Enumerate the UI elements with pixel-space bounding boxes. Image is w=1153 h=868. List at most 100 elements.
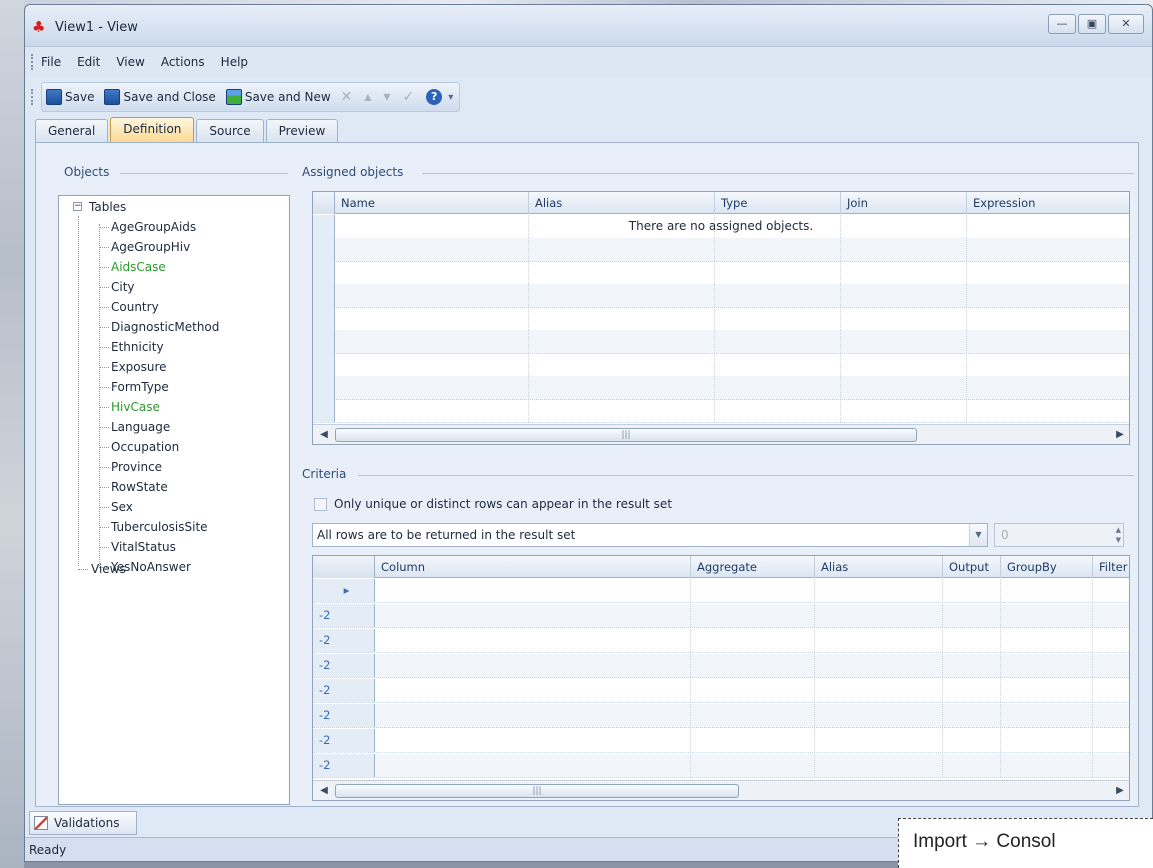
table-cell[interactable] (967, 399, 1129, 422)
column-header-column[interactable]: Column (375, 556, 691, 578)
table-cell[interactable] (691, 704, 815, 727)
scroll-right-icon[interactable]: ▶ (1113, 428, 1127, 442)
table-cell[interactable] (335, 284, 529, 307)
tab-preview[interactable]: Preview (265, 119, 339, 143)
table-cell[interactable] (967, 238, 1129, 261)
table-cell[interactable] (529, 399, 715, 422)
save-button[interactable]: Save (46, 89, 94, 105)
table-cell[interactable] (335, 330, 529, 353)
table-cell[interactable] (1001, 579, 1093, 602)
table-cell[interactable] (815, 704, 943, 727)
row-indicator[interactable]: -2 (313, 754, 375, 777)
tree-node-table[interactable]: Country (59, 297, 289, 317)
column-header-filter[interactable]: Filter (1093, 556, 1129, 578)
move-down-icon[interactable]: ▾ (383, 89, 390, 105)
table-cell[interactable] (715, 307, 841, 330)
restore-button[interactable]: ▣ (1078, 14, 1106, 34)
table-cell[interactable] (967, 353, 1129, 376)
table-row[interactable] (313, 353, 1129, 377)
table-cell[interactable] (815, 729, 943, 752)
table-cell[interactable] (1001, 679, 1093, 702)
table-cell[interactable] (715, 376, 841, 399)
table-row[interactable] (313, 307, 1129, 331)
collapse-icon[interactable]: − (73, 202, 82, 211)
scroll-left-icon[interactable]: ◀ (317, 784, 331, 798)
tree-node-table[interactable]: Occupation (59, 437, 289, 457)
table-row[interactable]: -2 (313, 604, 1129, 628)
table-cell[interactable] (691, 604, 815, 627)
table-cell[interactable] (967, 376, 1129, 399)
table-cell[interactable] (841, 330, 967, 353)
distinct-rows-checkbox[interactable] (314, 497, 327, 511)
table-cell[interactable] (1093, 754, 1129, 777)
table-cell[interactable] (1001, 729, 1093, 752)
table-cell[interactable] (715, 238, 841, 261)
table-cell[interactable] (691, 729, 815, 752)
tree-node-table[interactable]: FormType (59, 377, 289, 397)
table-row[interactable] (313, 238, 1129, 262)
table-cell[interactable] (841, 261, 967, 284)
table-cell[interactable] (943, 654, 1001, 677)
table-cell[interactable] (1093, 654, 1129, 677)
table-cell[interactable] (815, 754, 943, 777)
table-row[interactable]: -2 (313, 704, 1129, 728)
check-icon[interactable]: ✓ (402, 89, 414, 105)
table-cell[interactable] (943, 754, 1001, 777)
table-cell[interactable] (335, 353, 529, 376)
table-cell[interactable] (943, 604, 1001, 627)
column-header-alias[interactable]: Alias (529, 192, 715, 214)
row-indicator[interactable] (313, 399, 335, 422)
tree-node-table[interactable]: HivCase (59, 397, 289, 417)
save-new-button[interactable]: Save and New (225, 89, 331, 105)
table-cell[interactable] (943, 679, 1001, 702)
column-header-name[interactable]: Name (335, 192, 529, 214)
table-cell[interactable] (375, 729, 691, 752)
column-header-output[interactable]: Output (943, 556, 1001, 578)
row-indicator[interactable]: -2 (313, 729, 375, 752)
table-row[interactable] (313, 261, 1129, 285)
table-cell[interactable] (1093, 579, 1129, 602)
table-cell[interactable] (967, 330, 1129, 353)
scroll-thumb[interactable]: ||| (335, 428, 917, 442)
column-header-groupby[interactable]: GroupBy (1001, 556, 1093, 578)
table-cell[interactable] (375, 654, 691, 677)
table-cell[interactable] (1093, 629, 1129, 652)
row-indicator[interactable] (313, 238, 335, 261)
table-cell[interactable] (335, 238, 529, 261)
objects-tree[interactable]: − Tables AgeGroupAids AgeGroupHiv AidsCase… (58, 195, 290, 805)
row-indicator[interactable]: -2 (313, 629, 375, 652)
rows-returned-select[interactable]: All rows are to be returned in the resul… (312, 523, 988, 547)
table-row[interactable] (313, 284, 1129, 308)
tree-node-table[interactable]: RowState (59, 477, 289, 497)
row-indicator[interactable] (313, 353, 335, 376)
scroll-left-icon[interactable]: ◀ (317, 428, 331, 442)
table-cell[interactable] (691, 754, 815, 777)
table-cell[interactable] (1001, 654, 1093, 677)
table-cell[interactable] (529, 284, 715, 307)
tree-node-tables[interactable]: − Tables (59, 197, 289, 217)
table-cell[interactable] (335, 376, 529, 399)
table-row[interactable]: -2 (313, 654, 1129, 678)
scroll-right-icon[interactable]: ▶ (1113, 784, 1127, 798)
tab-source[interactable]: Source (196, 119, 264, 143)
row-indicator[interactable]: -2 (313, 604, 375, 627)
table-cell[interactable] (529, 330, 715, 353)
table-cell[interactable] (815, 629, 943, 652)
table-cell[interactable] (529, 376, 715, 399)
tree-node-table[interactable]: AgeGroupAids (59, 217, 289, 237)
table-cell[interactable] (375, 629, 691, 652)
save-close-button[interactable]: Save and Close (104, 89, 216, 105)
table-cell[interactable] (815, 654, 943, 677)
menu-help[interactable]: Help (221, 55, 248, 69)
table-cell[interactable] (1093, 679, 1129, 702)
toolbar-overflow-icon[interactable]: ▾ (448, 92, 453, 103)
table-cell[interactable] (967, 261, 1129, 284)
assigned-horizontal-scrollbar[interactable]: ◀ ||| ▶ (313, 424, 1129, 444)
table-cell[interactable] (335, 399, 529, 422)
table-cell[interactable] (1093, 729, 1129, 752)
table-cell[interactable] (841, 307, 967, 330)
row-count-spinner[interactable]: 0 ▲ ▼ (994, 523, 1124, 547)
tree-node-table[interactable]: DiagnosticMethod (59, 317, 289, 337)
table-cell[interactable] (529, 261, 715, 284)
row-indicator[interactable]: -2 (313, 654, 375, 677)
